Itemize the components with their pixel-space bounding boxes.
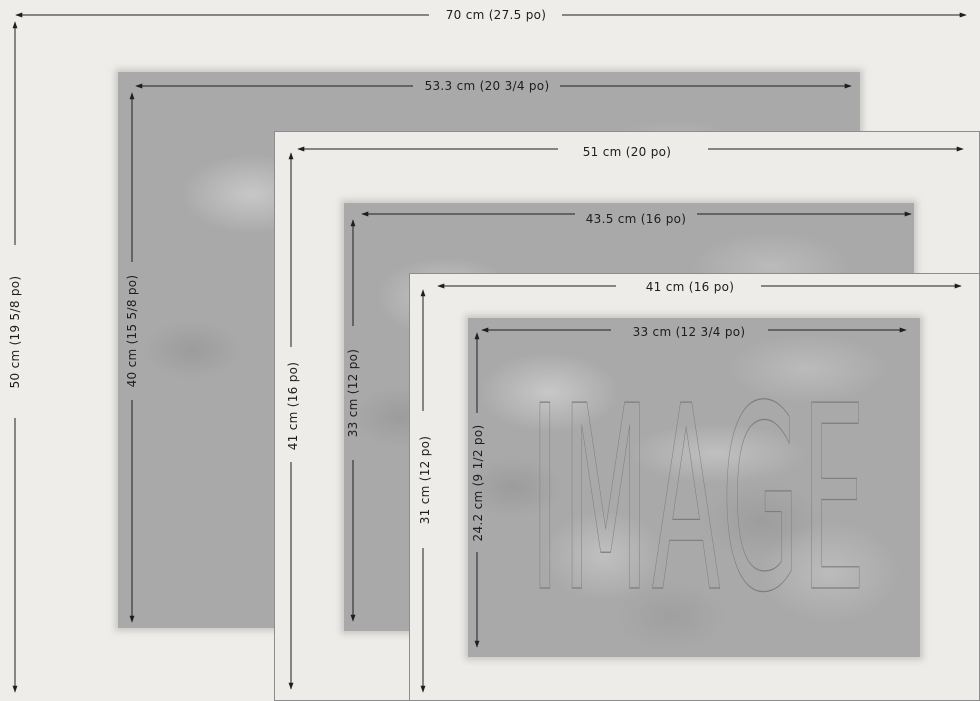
image2-width-label: 43.5 cm (16 po) <box>586 212 687 226</box>
image-placeholder-word: IMAGE <box>530 352 868 649</box>
outer-width-label: 70 cm (27.5 po) <box>446 8 547 22</box>
outer-height-label: 50 cm (19 5/8 po) <box>8 276 22 389</box>
image2-height-label: 33 cm (12 po) <box>346 349 360 438</box>
size-diagram: IMAGE 70 cm (27.5 po) 50 cm (19 5/8 po) … <box>0 0 980 701</box>
frame2-width-label: 51 cm (20 po) <box>583 145 672 159</box>
dimension-layer: IMAGE 70 cm (27.5 po) 50 cm (19 5/8 po) … <box>8 8 967 693</box>
frame3-height-label: 31 cm (12 po) <box>418 436 432 525</box>
image3-width-label: 33 cm (12 3/4 po) <box>633 325 746 339</box>
frame2-height-label: 41 cm (16 po) <box>286 362 300 451</box>
image1-height-label: 40 cm (15 5/8 po) <box>125 275 139 388</box>
image3-height-label: 24.2 cm (9 1/2 po) <box>471 425 485 542</box>
frame3-width-label: 41 cm (16 po) <box>646 280 735 294</box>
image1-width-label: 53.3 cm (20 3/4 po) <box>425 79 550 93</box>
